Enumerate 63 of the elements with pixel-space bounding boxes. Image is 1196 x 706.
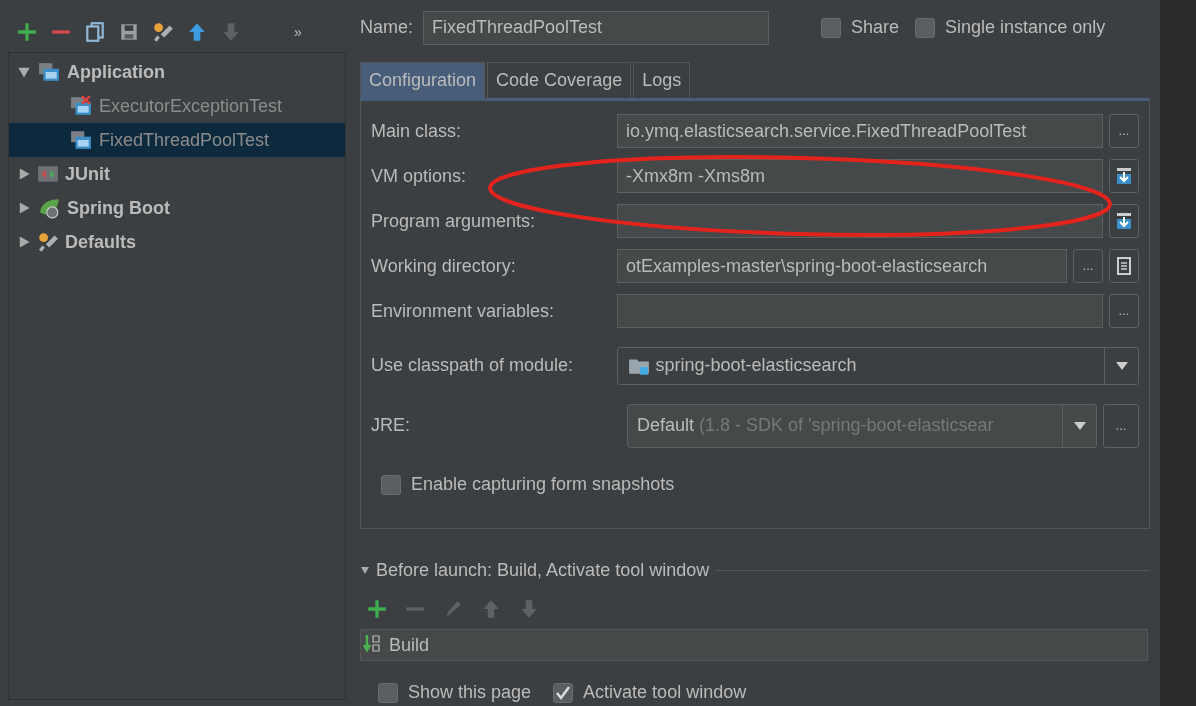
tab[interactable]: Logs [633,61,691,98]
name-label: Name: [360,16,413,40]
checkbox[interactable] [915,17,936,38]
leaf-icon [37,197,61,219]
field-label: Main class: [371,119,463,143]
input-field[interactable]: io.ymq.elasticsearch.service.FixedThreadPoolTest [617,114,1103,149]
checkbox-label: Show this page [408,681,532,704]
expand-button[interactable] [1109,204,1139,239]
add-icon[interactable] [366,598,388,621]
tree-item[interactable]: FixedThreadPoolTest [9,123,345,157]
window-icon [37,61,61,83]
copy-icon[interactable] [84,21,106,43]
tree-item[interactable]: JUnit [9,157,345,191]
tree-item[interactable]: ExecutorExceptionTest [9,89,345,123]
checkbox-label: Activate tool window [583,681,747,704]
section-title: Before launch: Build, Activate tool window [376,558,710,582]
checkbox[interactable] [821,17,841,38]
document-icon [1116,256,1132,277]
task-item[interactable]: Build [360,629,1148,661]
expand-icon [1114,211,1134,232]
dropdown-arrow-icon[interactable] [1114,360,1129,371]
dropdown-arrow-icon[interactable] [1072,420,1087,431]
input-field[interactable]: otExamples-master\spring-boot-elasticsearch [617,249,1067,284]
browse-button[interactable]: ... [1109,114,1139,149]
expand-icon [1114,166,1134,187]
expand-button[interactable] [1109,159,1139,194]
save-icon[interactable] [118,21,140,43]
checkbox-label: Share [851,16,900,40]
tab[interactable]: Code Coverage [487,61,632,98]
tree-item[interactable]: Defaults [9,225,345,259]
expand-arrow-icon[interactable] [17,167,31,181]
wrench-icon [37,231,59,253]
checkbox[interactable] [381,474,401,495]
tab[interactable]: Configuration [360,61,486,98]
browse-button[interactable]: ... [1073,249,1103,284]
field-label: Program arguments: [371,209,537,233]
collapse-arrow-icon[interactable] [360,565,370,576]
tree-item[interactable]: Application [9,55,345,89]
browse-button[interactable]: ... [1109,294,1139,329]
window-icon [69,129,93,151]
wrench-icon[interactable] [152,21,174,43]
expand-arrow-icon[interactable] [17,235,31,249]
field-label: Working directory: [371,254,517,278]
checkbox-label: Single instance only [945,16,1106,40]
expand-arrow-icon[interactable] [17,201,31,215]
field-label: Environment variables: [371,299,556,323]
overflow-chevron[interactable]: » [294,21,302,43]
document-button[interactable] [1109,249,1139,284]
collapse-arrow-icon[interactable] [17,65,31,79]
checkbox[interactable] [553,682,574,703]
field-label: VM options: [371,164,468,188]
input-field[interactable]: -Xmx8m -Xms8m [617,159,1103,194]
tree-item[interactable]: Spring Boot [9,191,345,225]
field-label: Use classpath of module: [371,354,575,378]
checkbox[interactable] [378,682,398,703]
junit-icon [37,163,59,185]
add-icon[interactable] [16,21,38,43]
module-dropdown[interactable]: spring-boot-elasticsearch [617,346,1139,385]
browse-button[interactable]: ... [1103,403,1139,448]
input-field[interactable] [617,294,1103,329]
name-field[interactable]: FixedThreadPoolTest [423,10,769,45]
checkbox-label: Enable capturing form snapshots [411,473,675,497]
field-label: JRE: [371,414,411,438]
